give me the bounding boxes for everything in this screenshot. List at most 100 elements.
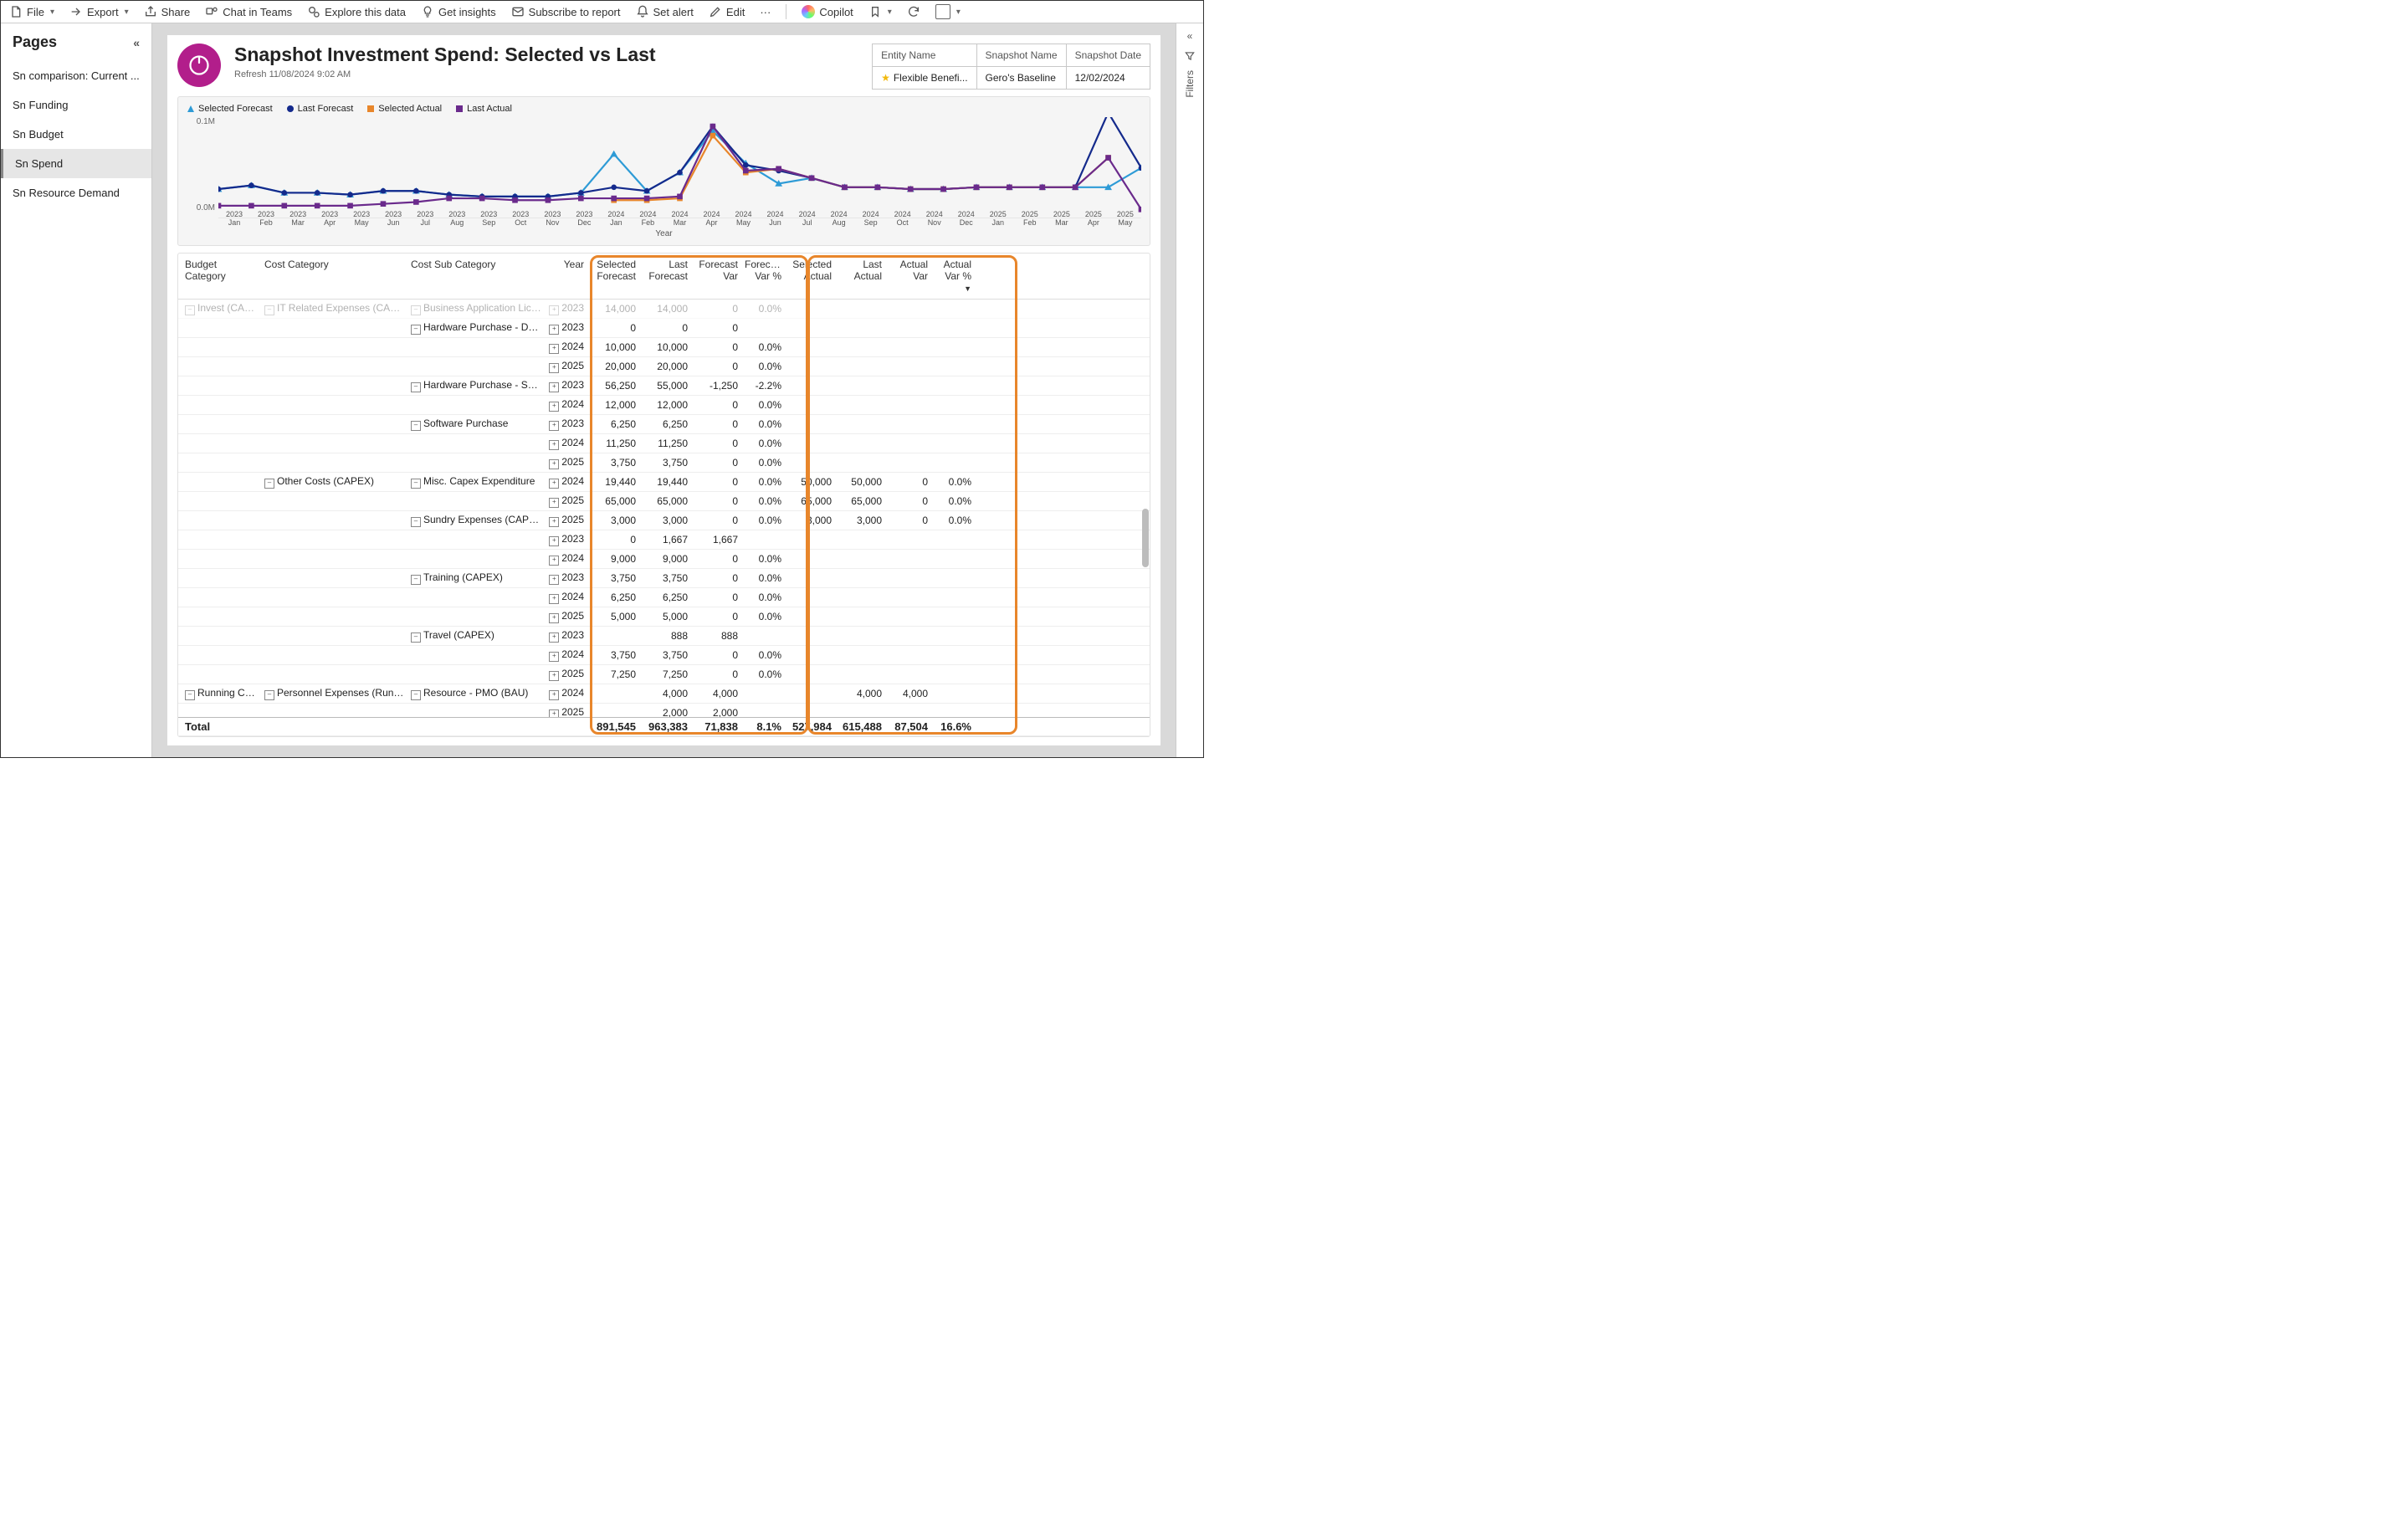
collapse-pane-icon[interactable]: « — [133, 36, 140, 49]
expand-icon[interactable]: – — [264, 690, 274, 700]
view-button[interactable]: ▾ — [935, 4, 961, 19]
expand-icon[interactable]: + — [549, 594, 559, 604]
expand-icon[interactable]: + — [549, 344, 559, 354]
table-row[interactable]: +202410,00010,00000.0% — [178, 338, 1150, 357]
expand-icon[interactable]: + — [549, 459, 559, 469]
expand-icon[interactable]: + — [549, 652, 559, 662]
table-row[interactable]: –Hardware Purchase - Devices+2023000 — [178, 319, 1150, 338]
table-row[interactable]: –Other Costs (CAPEX)–Misc. Capex Expendi… — [178, 473, 1150, 492]
table-row[interactable]: +202411,25011,25000.0% — [178, 434, 1150, 453]
filters-pane-collapsed[interactable]: « Filters — [1176, 23, 1203, 757]
expand-icon[interactable]: + — [549, 556, 559, 566]
table-row[interactable]: +20243,7503,75000.0% — [178, 646, 1150, 665]
expand-icon[interactable]: – — [411, 382, 421, 392]
expand-icon[interactable]: + — [549, 575, 559, 585]
sidebar-page-item[interactable]: Sn Resource Demand — [1, 178, 151, 207]
expand-icon[interactable]: + — [549, 402, 559, 412]
expand-icon[interactable]: + — [549, 325, 559, 335]
expand-icon[interactable]: + — [549, 633, 559, 643]
table-row[interactable]: +202565,00065,00000.0%65,00065,00000.0% — [178, 492, 1150, 511]
export-menu[interactable]: Export▾ — [69, 5, 129, 18]
table-row[interactable]: +202412,00012,00000.0% — [178, 396, 1150, 415]
expand-icon[interactable]: + — [549, 440, 559, 450]
table-row[interactable]: +20257,2507,25000.0% — [178, 665, 1150, 684]
expand-icon[interactable]: + — [549, 363, 559, 373]
share-button[interactable]: Share — [144, 5, 191, 18]
expand-icon[interactable]: – — [185, 690, 195, 700]
expand-filters-icon[interactable]: « — [1187, 30, 1193, 42]
spend-matrix-table[interactable]: Budget CategoryCost CategoryCost Sub Cat… — [177, 253, 1150, 737]
legend-item[interactable]: Selected Forecast — [187, 104, 273, 114]
expand-icon[interactable]: + — [549, 671, 559, 681]
alert-button[interactable]: Set alert — [636, 5, 694, 18]
table-row[interactable]: +20252,0002,000 — [178, 704, 1150, 717]
table-column-header[interactable]: Budget Category — [182, 259, 261, 294]
table-row[interactable]: –Training (CAPEX)+20233,7503,75000.0% — [178, 569, 1150, 588]
expand-icon[interactable]: + — [549, 517, 559, 527]
expand-icon[interactable]: – — [411, 325, 421, 335]
expand-icon[interactable]: – — [411, 421, 421, 431]
table-row[interactable]: –Invest (CAPEX)–IT Related Expenses (CAP… — [178, 300, 1150, 319]
slicer-value[interactable]: 12/02/2024 — [1066, 67, 1150, 89]
table-row[interactable]: +20246,2506,25000.0% — [178, 588, 1150, 607]
table-row[interactable]: +20249,0009,00000.0% — [178, 550, 1150, 569]
insights-button[interactable]: Get insights — [421, 5, 496, 18]
expand-icon[interactable]: – — [411, 305, 421, 315]
expand-icon[interactable]: + — [549, 498, 559, 508]
expand-icon[interactable]: + — [549, 382, 559, 392]
expand-icon[interactable]: – — [185, 305, 195, 315]
table-column-header[interactable]: Forecast Var % — [741, 259, 785, 294]
sidebar-page-item[interactable]: Sn Spend — [1, 149, 151, 178]
table-column-header[interactable]: SelectedForecast — [587, 259, 639, 294]
chat-teams-button[interactable]: Chat in Teams — [205, 5, 292, 18]
sidebar-page-item[interactable]: Sn comparison: Current ... — [1, 61, 151, 90]
bookmark-button[interactable]: ▾ — [868, 5, 892, 18]
table-column-header[interactable]: Forecast Var — [691, 259, 741, 294]
expand-icon[interactable]: – — [411, 517, 421, 527]
table-row[interactable]: –Travel (CAPEX)+2023888888 — [178, 627, 1150, 646]
table-row[interactable]: –Hardware Purchase - Servers+202356,2505… — [178, 376, 1150, 396]
table-column-header[interactable]: LastActual — [835, 259, 885, 294]
refresh-button[interactable] — [907, 5, 920, 18]
slicer-value[interactable]: Gero's Baseline — [976, 67, 1066, 89]
expand-icon[interactable]: – — [411, 575, 421, 585]
edit-button[interactable]: Edit — [709, 5, 745, 18]
expand-icon[interactable]: + — [549, 305, 559, 315]
legend-item[interactable]: Last Forecast — [286, 104, 354, 114]
sidebar-page-item[interactable]: Sn Budget — [1, 120, 151, 149]
table-row[interactable]: +202520,00020,00000.0% — [178, 357, 1150, 376]
expand-icon[interactable]: + — [549, 421, 559, 431]
expand-icon[interactable]: – — [411, 633, 421, 643]
table-column-header[interactable]: Year — [546, 259, 587, 294]
subscribe-button[interactable]: Subscribe to report — [511, 5, 621, 18]
expand-icon[interactable]: – — [411, 690, 421, 700]
table-row[interactable]: –Running Costs (OPEX)–Personnel Expenses… — [178, 684, 1150, 704]
table-column-header[interactable]: Cost Sub Category — [407, 259, 546, 294]
table-row[interactable]: –Software Purchase+20236,2506,25000.0% — [178, 415, 1150, 434]
table-column-header[interactable]: ActualVar %▼ — [931, 259, 975, 294]
table-column-header[interactable]: LastForecast — [639, 259, 691, 294]
expand-icon[interactable]: + — [549, 690, 559, 700]
legend-item[interactable]: Last Actual — [455, 104, 512, 114]
expand-icon[interactable]: – — [411, 479, 421, 489]
expand-icon[interactable]: + — [549, 709, 559, 717]
spend-line-chart[interactable]: Selected Forecast Last Forecast Selected A… — [177, 96, 1150, 246]
explore-button[interactable]: Explore this data — [307, 5, 406, 18]
table-row[interactable]: +20255,0005,00000.0% — [178, 607, 1150, 627]
table-row[interactable]: +202301,6671,667 — [178, 530, 1150, 550]
expand-icon[interactable]: + — [549, 613, 559, 623]
file-menu[interactable]: File▾ — [9, 5, 54, 18]
legend-item[interactable]: Selected Actual — [366, 104, 442, 114]
table-column-header[interactable]: Cost Category — [261, 259, 407, 294]
table-column-header[interactable]: SelectedActual — [785, 259, 835, 294]
table-row[interactable]: –Sundry Expenses (CAPEX)+20253,0003,0000… — [178, 511, 1150, 530]
table-row[interactable]: +20253,7503,75000.0% — [178, 453, 1150, 473]
more-menu[interactable]: ··· — [760, 6, 771, 18]
expand-icon[interactable]: + — [549, 479, 559, 489]
expand-icon[interactable]: + — [549, 536, 559, 546]
expand-icon[interactable]: – — [264, 479, 274, 489]
table-column-header[interactable]: Actual Var — [885, 259, 931, 294]
copilot-button[interactable]: Copilot — [802, 5, 853, 18]
scrollbar-thumb[interactable] — [1142, 509, 1149, 567]
sidebar-page-item[interactable]: Sn Funding — [1, 90, 151, 120]
